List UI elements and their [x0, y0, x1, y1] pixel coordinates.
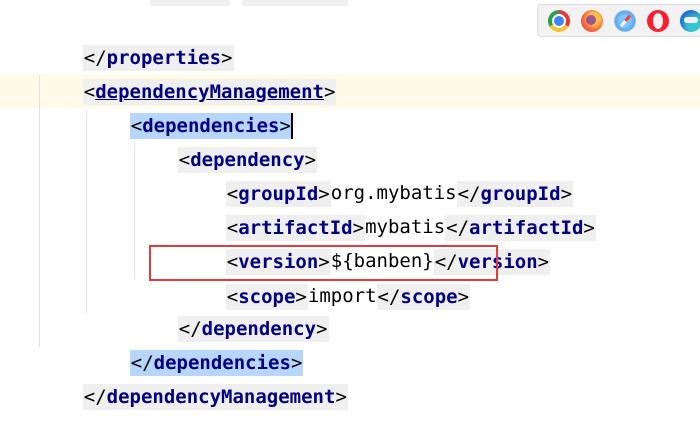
- code-line-dependency-close[interactable]: </dependency>: [0, 277, 329, 342]
- code-line-dependencies-close[interactable]: </dependencies>: [0, 311, 304, 376]
- firefox-icon[interactable]: [581, 9, 603, 32]
- previous-line-fragment: [242, 0, 348, 6]
- xml-tag: </scope>: [376, 283, 471, 310]
- safari-icon[interactable]: [614, 9, 636, 32]
- code-line-dependency-open[interactable]: <dependency>: [0, 108, 318, 173]
- xml-tag: </dependencyManagement>: [82, 383, 348, 410]
- code-editor[interactable]: </properties> <dependencyManagement> <de…: [0, 0, 700, 410]
- code-line-properties-close[interactable]: </properties>: [0, 6, 234, 71]
- edge-icon[interactable]: [680, 9, 700, 32]
- code-line-dependency-management-close[interactable]: </dependencyManagement>: [0, 345, 348, 410]
- code-line-group-id[interactable]: <groupId>org.mybatis</groupId>: [0, 142, 574, 207]
- code-line-dependency-management-open[interactable]: <dependencyManagement>: [0, 40, 337, 105]
- chrome-icon[interactable]: [548, 9, 570, 32]
- code-line-dependencies-open[interactable]: <dependencies>: [0, 74, 293, 139]
- opera-icon[interactable]: [647, 9, 669, 32]
- browser-preview-bar: [537, 4, 700, 37]
- code-line-version[interactable]: <version>${banben}</version>: [0, 210, 551, 275]
- scope-highlight-box: [149, 245, 498, 281]
- code-line-artifact-id[interactable]: <artifactId>mybatis</artifactId>: [0, 176, 596, 241]
